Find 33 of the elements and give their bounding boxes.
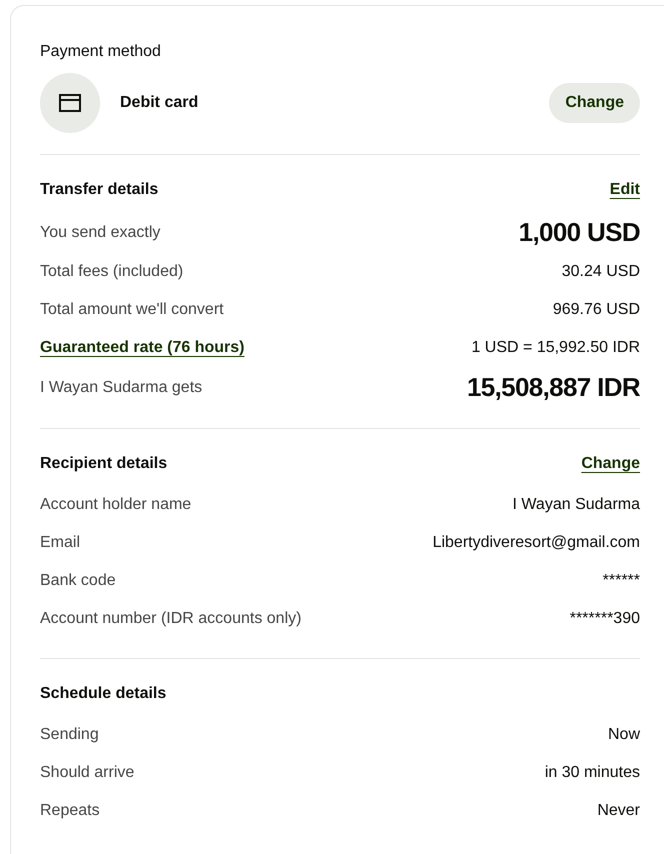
detail-value: *******390: [570, 609, 640, 629]
detail-value: 969.76 USD: [552, 300, 640, 320]
detail-value: Now: [608, 725, 640, 745]
detail-label: Email: [40, 533, 80, 553]
detail-label: Should arrive: [40, 763, 134, 783]
detail-label: Account holder name: [40, 495, 192, 515]
detail-label: Total fees (included): [40, 262, 184, 282]
detail-value: 1,000 USD: [518, 216, 640, 249]
detail-value: Never: [597, 801, 640, 821]
section-title: Transfer details: [40, 180, 158, 200]
detail-value: 30.24 USD: [562, 262, 640, 282]
change-button[interactable]: Change: [549, 83, 640, 123]
detail-value: in 30 minutes: [544, 763, 640, 783]
payment-method-name: Debit card: [120, 93, 198, 113]
detail-label: Total amount we'll convert: [40, 300, 224, 320]
detail-value: 15,508,887 IDR: [466, 371, 640, 404]
detail-label: You send exactly: [40, 222, 160, 242]
section-title: Recipient details: [40, 454, 168, 474]
section-title: Payment method: [40, 42, 162, 62]
section-title: Schedule details: [40, 684, 166, 704]
detail-value: ******: [602, 571, 640, 591]
detail-label: I Wayan Sudarma gets: [40, 378, 202, 398]
detail-label: Bank code: [40, 571, 116, 591]
detail-label: Repeats: [40, 801, 100, 821]
detail-value: Libertydiveresort@gmail.com: [432, 533, 640, 553]
detail-label: Sending: [40, 725, 99, 745]
guaranteed-rate-link[interactable]: Guaranteed rate (76 hours): [40, 336, 244, 360]
detail-value: I Wayan Sudarma: [512, 495, 640, 515]
section-action-link[interactable]: Change: [581, 452, 640, 476]
section-action-link[interactable]: Edit: [610, 178, 640, 202]
detail-label: Account number (IDR accounts only): [40, 609, 302, 629]
detail-value: 1 USD = 15,992.50 IDR: [471, 338, 640, 358]
card-icon: [59, 94, 81, 112]
